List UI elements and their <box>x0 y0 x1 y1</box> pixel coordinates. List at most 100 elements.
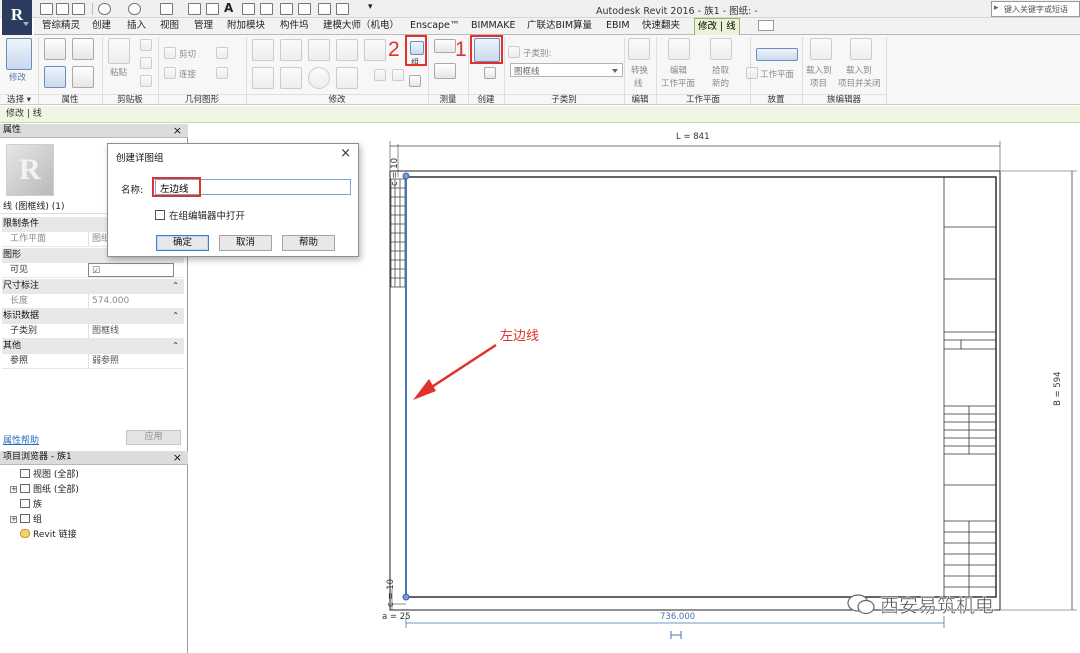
tab-9[interactable]: BIMMAKE <box>471 18 515 35</box>
tab-3[interactable]: 视图 <box>160 18 179 35</box>
collapse-icon[interactable]: ⌃ <box>172 279 179 293</box>
edit-workplane-icon[interactable] <box>668 38 690 60</box>
undo-icon[interactable] <box>98 3 111 15</box>
prop-group-other[interactable]: 其他 ⌃ <box>2 339 184 354</box>
paint-icon[interactable] <box>216 67 228 79</box>
copy-element-icon[interactable] <box>280 67 302 89</box>
pick-new-label-2: 新的 <box>712 79 730 89</box>
join-geometry-icon[interactable] <box>164 67 176 79</box>
tab-2[interactable]: 插入 <box>127 18 146 35</box>
array-icon[interactable] <box>374 69 386 81</box>
properties-icon[interactable] <box>44 38 66 60</box>
close-hidden-icon[interactable] <box>298 3 311 15</box>
tab-11[interactable]: EBIM <box>606 18 630 35</box>
customize-icon[interactable] <box>336 3 349 15</box>
tab-7[interactable]: 建模大师（机电） <box>323 18 399 35</box>
switch-windows-icon[interactable] <box>318 3 331 15</box>
redo-icon[interactable] <box>128 3 141 15</box>
tree-item-views[interactable]: 视图 (全部) <box>20 468 79 482</box>
tree-item-families[interactable]: 族 <box>20 498 42 512</box>
scale-icon[interactable] <box>392 69 404 81</box>
visible-checkbox[interactable]: ☑ <box>88 263 174 277</box>
prop-group-dimensions[interactable]: 尺寸标注 ⌃ <box>2 279 184 294</box>
tab-1[interactable]: 创建 <box>92 18 111 35</box>
mirror-axis-icon[interactable] <box>308 39 330 61</box>
copy-icon[interactable] <box>140 57 152 69</box>
cancel-button[interactable]: 取消 <box>219 235 272 251</box>
tab-4[interactable]: 管理 <box>194 18 213 35</box>
mirror-draw-icon[interactable] <box>336 39 358 61</box>
type-properties-icon[interactable] <box>72 38 94 60</box>
tab-13[interactable]: 修改 | 线 <box>694 18 740 35</box>
minimize-ribbon-icon[interactable] <box>758 20 774 31</box>
dimension-icon[interactable] <box>206 3 219 15</box>
view-icon <box>20 469 30 478</box>
move-icon[interactable] <box>252 67 274 89</box>
family-category-icon[interactable] <box>72 66 94 88</box>
split-face-icon[interactable] <box>216 47 228 59</box>
modify-icon[interactable] <box>6 38 32 70</box>
3d-view-icon[interactable] <box>242 3 255 15</box>
thin-lines-icon[interactable] <box>280 3 293 15</box>
edit-workplane-label-2: 工作平面 <box>661 79 696 89</box>
dialog-title: 创建详图组 <box>116 153 164 164</box>
search-input[interactable]: 键入关键字或短语 <box>991 1 1080 17</box>
convert-lines-icon[interactable] <box>628 38 650 60</box>
collapse-icon[interactable]: ⌃ <box>172 339 179 353</box>
open-in-group-editor-checkbox[interactable] <box>155 210 165 220</box>
load-into-project-icon[interactable] <box>810 38 832 60</box>
load-and-close-icon[interactable] <box>850 38 872 60</box>
placement-workplane-icon[interactable] <box>746 67 758 79</box>
open-icon[interactable] <box>40 3 53 15</box>
tab-8[interactable]: Enscape™ <box>410 18 459 35</box>
close-icon[interactable]: × <box>173 451 182 464</box>
split-icon[interactable] <box>364 39 386 61</box>
apply-button[interactable]: 应用 <box>126 430 181 445</box>
properties-help-link[interactable]: 属性帮助 <box>3 433 39 446</box>
placement-plane-icon[interactable] <box>756 48 798 61</box>
align-icon[interactable] <box>252 39 274 61</box>
qat-dropdown-icon[interactable]: ▾ <box>368 2 373 12</box>
match-type-icon[interactable] <box>140 75 152 87</box>
collapse-icon[interactable]: ⌃ <box>172 309 179 323</box>
tab-0[interactable]: 管综精灵 <box>42 18 80 35</box>
paste-icon[interactable] <box>108 38 130 64</box>
tree-item-groups[interactable]: + 组 <box>10 513 42 527</box>
measure-icon[interactable] <box>188 3 201 15</box>
edit-workplane-label-1: 编辑 <box>670 66 688 76</box>
sync-icon[interactable] <box>72 3 85 15</box>
window-title: Autodesk Revit 2016 - 族1 - 图纸: - <box>596 6 758 17</box>
trim-icon[interactable] <box>336 67 358 89</box>
tab-5[interactable]: 附加模块 <box>227 18 265 35</box>
app-menu-button[interactable]: R <box>2 0 32 36</box>
load-into-project-label-1: 载入到 <box>806 66 832 76</box>
measure-between-icon[interactable] <box>434 39 456 53</box>
cut-geometry-icon[interactable] <box>164 47 176 59</box>
expand-icon[interactable]: + <box>10 516 17 523</box>
close-icon[interactable]: × <box>340 146 351 161</box>
expand-icon[interactable]: + <box>10 486 17 493</box>
tab-6[interactable]: 构件坞 <box>280 18 309 35</box>
print-icon[interactable] <box>160 3 173 15</box>
tab-12[interactable]: 快速翻夹 <box>642 18 680 35</box>
family-types-icon[interactable] <box>44 66 66 88</box>
tree-item-sheets[interactable]: + 图纸 (全部) <box>10 483 79 497</box>
text-tool-icon[interactable]: A <box>224 1 233 15</box>
pick-new-icon[interactable] <box>710 38 732 60</box>
ok-button[interactable]: 确定 <box>156 235 209 251</box>
section-icon[interactable] <box>260 3 273 15</box>
aligned-dimension-icon[interactable] <box>434 63 456 79</box>
help-button[interactable]: 帮助 <box>282 235 335 251</box>
create-similar-icon[interactable] <box>484 67 496 79</box>
panel-select[interactable]: 选择 ▾ <box>0 94 38 105</box>
subcategory-select[interactable]: 图框线 <box>510 63 623 77</box>
offset-icon[interactable] <box>280 39 302 61</box>
prop-group-identity[interactable]: 标识数据 ⌃ <box>2 309 184 324</box>
close-icon[interactable]: × <box>173 124 182 137</box>
temp-dimension-value[interactable]: 736.000 <box>660 612 695 622</box>
cut-icon[interactable] <box>140 39 152 51</box>
tab-10[interactable]: 广联达BIM算量 <box>527 18 592 35</box>
rotate-icon[interactable] <box>308 67 330 89</box>
save-icon[interactable] <box>56 3 69 15</box>
tree-item-revit-links[interactable]: Revit 链接 <box>20 528 77 542</box>
